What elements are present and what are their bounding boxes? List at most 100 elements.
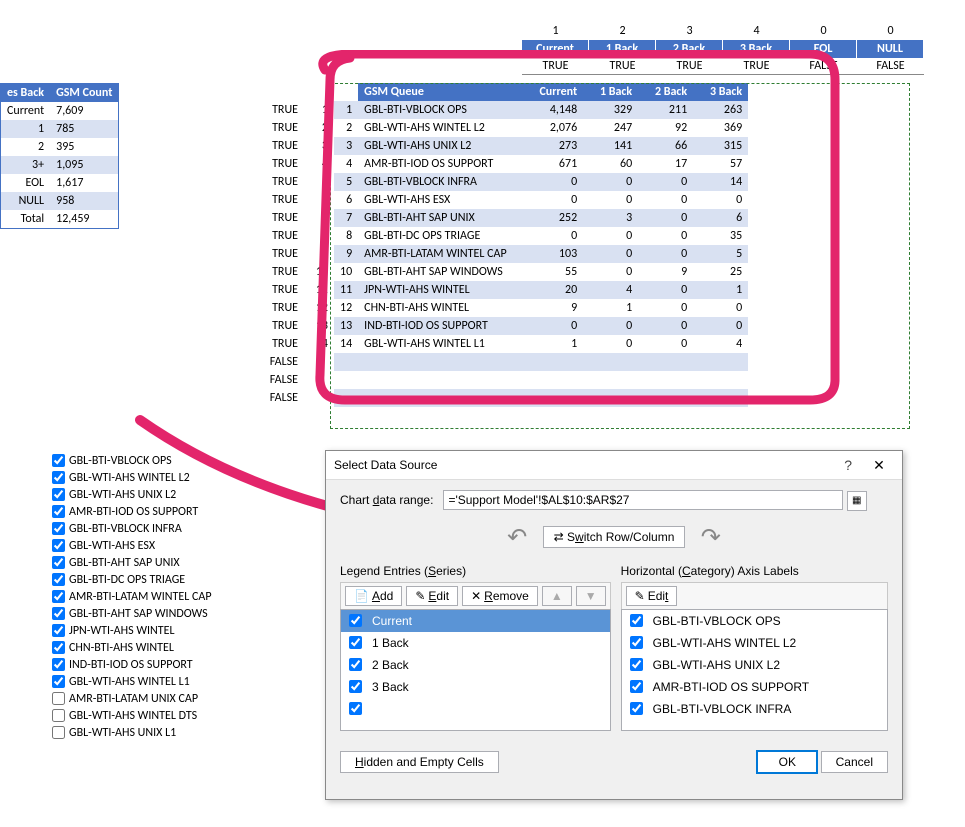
cancel-button[interactable]: Cancel [821,751,888,773]
val-cell[interactable] [638,371,693,389]
tf-cell[interactable]: TRUE [254,245,304,263]
val-cell[interactable]: 0 [638,281,693,299]
tf-cell[interactable]: FALSE [254,353,304,371]
i-cell[interactable]: 5 [334,173,358,191]
queue-name-cell[interactable]: GBL-WTI-AHS ESX [358,191,528,209]
queue-name-cell[interactable]: GBL-WTI-AHS WINTEL L2 [358,119,528,137]
n-cell[interactable] [304,353,334,371]
n-cell[interactable]: 1 [304,101,334,119]
series-checkbox[interactable] [349,614,362,627]
val-cell[interactable]: 671 [528,155,583,173]
val-cell[interactable]: 9 [528,299,583,317]
val-cell[interactable]: 25 [693,263,748,281]
val-cell[interactable]: 9 [638,263,693,281]
tf-cell[interactable]: TRUE [254,317,304,335]
tf-cell[interactable]: TRUE [254,101,304,119]
val-cell[interactable]: 211 [638,101,693,119]
val-cell[interactable] [528,353,583,371]
queue-name-cell[interactable]: GBL-BTI-AHT SAP WINDOWS [358,263,528,281]
queue-checkbox[interactable] [52,590,65,603]
i-cell[interactable]: 14 [334,335,358,353]
tf-cell[interactable]: TRUE [254,263,304,281]
queue-checkbox-row[interactable]: AMR-BTI-LATAM UNIX CAP [52,690,212,707]
main-data-table[interactable]: GSM Queue Current 1 Back 2 Back 3 Back T… [254,83,748,407]
queue-checkbox[interactable] [52,675,65,688]
val-cell[interactable]: 0 [528,173,583,191]
sum-val[interactable]: 1,095 [50,156,119,174]
queue-name-cell[interactable]: GBL-WTI-AHS UNIX L2 [358,137,528,155]
val-cell[interactable]: 0 [693,299,748,317]
queue-checkbox-row[interactable]: IND-BTI-IOD OS SUPPORT [52,656,212,673]
val-cell[interactable]: 141 [583,137,638,155]
val-cell[interactable]: 0 [693,191,748,209]
category-checkbox[interactable] [630,614,643,627]
queue-checkbox[interactable] [52,539,65,552]
val-cell[interactable]: 92 [638,119,693,137]
category-checkbox[interactable] [630,680,643,693]
queue-checkbox-row[interactable]: AMR-BTI-IOD OS SUPPORT [52,503,212,520]
i-cell[interactable]: 8 [334,227,358,245]
i-cell[interactable]: 7 [334,209,358,227]
tf-cell[interactable]: TRUE [254,227,304,245]
help-icon[interactable]: ? [844,457,852,473]
hidden-empty-cells-button[interactable]: Hidden and Empty Cells [340,751,499,773]
i-cell[interactable]: 11 [334,281,358,299]
category-item[interactable]: GBL-BTI-VBLOCK INFRA [622,698,887,720]
sum-lbl[interactable]: EOL [1,174,51,192]
queue-checkbox-row[interactable]: GBL-BTI-AHT SAP WINDOWS [52,605,212,622]
category-checkbox[interactable] [630,658,643,671]
queue-checkbox-row[interactable]: GBL-WTI-AHS UNIX L1 [52,724,212,741]
i-cell[interactable]: 13 [334,317,358,335]
val-cell[interactable]: 369 [693,119,748,137]
remove-series-button[interactable]: ✕Remove [462,586,538,606]
val-cell[interactable]: 0 [638,245,693,263]
queue-checkbox[interactable] [52,726,65,739]
val-cell[interactable]: 0 [583,191,638,209]
val-cell[interactable] [693,389,748,407]
category-checkbox[interactable] [630,636,643,649]
val-cell[interactable]: 57 [693,155,748,173]
val-cell[interactable]: 4 [693,335,748,353]
queue-name-cell[interactable] [358,371,528,389]
sum-val[interactable]: 12,459 [50,210,119,229]
i-cell[interactable] [334,353,358,371]
add-series-button[interactable]: 📄Add [345,586,402,606]
series-checkbox[interactable] [349,658,362,671]
series-checkbox[interactable] [349,702,362,715]
n-cell[interactable] [304,389,334,407]
queue-checkbox[interactable] [52,471,65,484]
val-cell[interactable]: 0 [528,317,583,335]
tf-cell[interactable]: TRUE [254,209,304,227]
val-cell[interactable]: 263 [693,101,748,119]
queue-checkbox-row[interactable]: GBL-BTI-DC OPS TRIAGE [52,571,212,588]
val-cell[interactable] [528,389,583,407]
i-cell[interactable]: 1 [334,101,358,119]
queue-checkbox[interactable] [52,488,65,501]
val-cell[interactable]: 0 [638,191,693,209]
queue-name-cell[interactable] [358,353,528,371]
n-cell[interactable]: 3 [304,137,334,155]
val-cell[interactable]: 247 [583,119,638,137]
n-cell[interactable]: 2 [304,119,334,137]
tf-cell[interactable]: FALSE [254,389,304,407]
sum-val[interactable]: 395 [50,138,119,156]
val-cell[interactable]: 66 [638,137,693,155]
val-cell[interactable]: 0 [638,173,693,191]
sum-lbl[interactable]: Current [1,102,51,120]
move-series-down-button[interactable]: ▼ [576,586,606,606]
val-cell[interactable]: 0 [583,227,638,245]
queue-checkbox-row[interactable]: GBL-WTI-AHS WINTEL L2 [52,469,212,486]
move-series-up-button[interactable]: ▲ [542,586,572,606]
val-cell[interactable] [693,371,748,389]
val-cell[interactable]: 252 [528,209,583,227]
n-cell[interactable]: 9 [304,245,334,263]
val-cell[interactable]: 0 [583,263,638,281]
sum-lbl[interactable]: 2 [1,138,51,156]
n-cell[interactable]: 6 [304,191,334,209]
val-cell[interactable]: 0 [638,209,693,227]
n-cell[interactable]: 4 [304,155,334,173]
sum-lbl[interactable]: NULL [1,192,51,210]
val-cell[interactable]: 329 [583,101,638,119]
series-item[interactable] [341,698,610,720]
queue-checkbox[interactable] [52,556,65,569]
